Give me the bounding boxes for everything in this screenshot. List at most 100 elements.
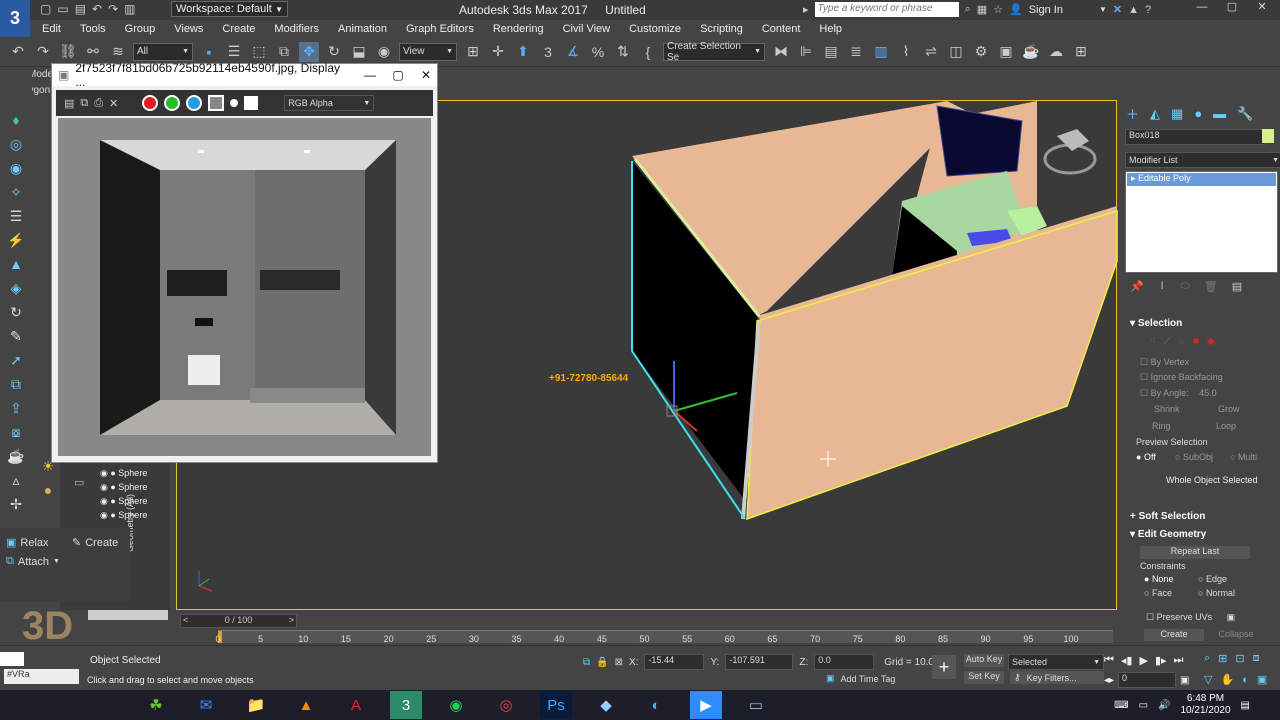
x-coord-field[interactable]: -15.44 [644,654,705,670]
duplicate-icon[interactable]: ⧉ [80,97,88,110]
rotate-tool-icon[interactable]: ↻ [4,301,28,323]
mono-toggle[interactable] [230,99,239,107]
isolate-selection-icon[interactable]: ⧉ [583,657,590,668]
slider-right-arrow[interactable]: > [289,615,294,625]
repeat-last-button[interactable]: Repeat Last [1140,546,1250,559]
select-by-name-icon[interactable]: ☰ [224,42,244,62]
file-explorer-icon[interactable]: 📁 [240,691,272,719]
rendered-frame-icon[interactable]: ▣ [996,42,1016,62]
utilities-tab-icon[interactable]: 🔧 [1237,106,1253,122]
maximize-button[interactable]: ▢ [387,68,409,82]
notes-icon[interactable]: ◆ [590,691,622,719]
minimize-button[interactable]: — [359,68,381,82]
align-icon[interactable]: ⊫ [796,42,816,62]
key-mode-dropdown[interactable]: Selected ▼ [1008,654,1104,670]
key-mode-toggle-icon[interactable]: ◂▸ [1104,675,1114,686]
auto-key-button[interactable]: Auto Key [964,654,1004,667]
time-slider[interactable]: < 0 / 100 > [180,614,297,628]
menu-animation[interactable]: Animation [338,23,387,35]
exchange-icon[interactable]: ✕ [1113,3,1122,16]
clear-icon[interactable]: ✕ [109,97,118,110]
select-and-move-icon[interactable]: ✥ [299,41,319,62]
blue-channel-toggle[interactable] [186,95,203,111]
help-icon[interactable]: ? [1145,4,1151,16]
shrink-button[interactable]: Shrink [1154,404,1180,414]
next-frame-icon[interactable]: ▮▸ [1155,654,1167,667]
a360-icon[interactable]: ▲ [1128,4,1139,16]
mirror-icon[interactable]: ⧓ [771,42,791,62]
light-icon[interactable]: ⚡ [4,229,28,251]
workspace-dropdown[interactable]: Workspace: Default ▼ [171,1,288,17]
orbit-icon[interactable]: ◐ [1242,674,1249,686]
teapot-icon[interactable]: ☕ [4,445,28,467]
dialog-title-bar[interactable]: ▣ 2f7523f7f81bd06b725b92114eb4590f.jpg, … [52,61,437,89]
open-file-icon[interactable]: ▭ [57,2,68,16]
constraint-face-radio[interactable]: ○ Face [1144,588,1172,598]
layers-icon[interactable]: ⧇ [4,421,28,443]
current-frame-field[interactable]: 0 [1118,672,1177,688]
slider-left-arrow[interactable]: < [183,615,188,625]
material-editor-icon[interactable]: ◫ [946,42,966,62]
menu-civil-view[interactable]: Civil View [563,23,610,35]
angle-value[interactable]: 45.0 [1199,388,1217,398]
menu-tools[interactable]: Tools [80,23,106,35]
list-item[interactable]: ◉ ● Sphere [100,468,147,479]
play-icon[interactable]: ▶ [1139,654,1147,667]
polygon-mode-icon[interactable]: ■ [1193,336,1199,347]
keyboard-shortcut-icon[interactable]: ⬆ [513,42,533,62]
field-of-view-icon[interactable]: ▽ [1204,673,1212,686]
render-iterative-icon[interactable]: ☁ [1046,42,1066,62]
grow-button[interactable]: Grow [1218,404,1240,414]
constraint-none-radio[interactable]: ● None [1144,574,1173,584]
reference-coord-dropdown[interactable]: View ▼ [399,42,457,61]
app-logo-icon[interactable]: 3 [0,0,30,37]
menu-customize[interactable]: Customize [629,23,681,35]
hierarchy-tab-icon[interactable]: ▦ [1171,106,1183,122]
save-image-icon[interactable]: ▤ [64,97,74,110]
element-mode-icon[interactable]: ◆ [1207,336,1215,347]
keyboard-icon[interactable]: ⌨ [1114,700,1128,711]
window-crossing-icon[interactable]: ⧉ [274,42,294,62]
make-unique-icon[interactable]: ⬭ [1180,280,1189,293]
acrobat-icon[interactable]: A [340,691,372,719]
menu-scripting[interactable]: Scripting [700,23,743,35]
render-production-icon[interactable]: ☕ [1021,42,1041,62]
soft-selection-header[interactable]: + Soft Selection [1130,511,1205,522]
selection-rollout-header[interactable]: ▾ Selection [1130,318,1182,329]
menu-rendering[interactable]: Rendering [493,23,544,35]
by-vertex-checkbox[interactable]: ☐ By Vertex [1140,357,1189,368]
remote-desktop-icon[interactable]: ▭ [740,691,772,719]
loop-button[interactable]: Loop [1216,421,1236,431]
menu-help[interactable]: Help [819,23,842,35]
close-button[interactable]: ✕ [1247,0,1277,13]
zoom-icon[interactable]: ⌕ [1204,652,1210,665]
zoom-app-icon[interactable]: ▶ [690,691,722,719]
select-and-rotate-icon[interactable]: ↻ [324,42,344,62]
render-setup-icon[interactable]: ⚙ [971,42,991,62]
scene-explorer-icon[interactable]: ▤ [821,42,841,62]
menu-modifiers[interactable]: Modifiers [274,23,319,35]
unlink-icon[interactable]: ⚯ [83,42,103,62]
ring-button[interactable]: Ring [1152,421,1171,431]
link-icon[interactable]: ⛓ [58,42,78,62]
cone-icon[interactable]: ▵ [4,469,28,491]
minimize-button[interactable]: — [1187,1,1217,13]
search-icon[interactable]: ⌕ [965,3,971,16]
curve-editor-icon[interactable]: ⌇ [896,42,916,62]
object-color-swatch[interactable] [1262,129,1274,143]
goto-start-icon[interactable]: ⏮ [1104,654,1114,667]
circle-icon[interactable]: ● [36,479,60,501]
set-key-big-icon[interactable]: + [932,655,956,679]
cart-icon[interactable]: ▦ [977,3,987,16]
search-input[interactable]: Type a keyword or phrase [814,2,959,17]
camera-icon[interactable]: ▲ [4,253,28,275]
preserve-uvs-checkbox[interactable]: ☐ Preserve UVs ▣ [1146,612,1235,623]
print-icon[interactable]: ⎙ [94,97,103,110]
object-name-field[interactable]: Box018 [1125,129,1265,145]
sign-in-link[interactable]: Sign In [1029,4,1063,16]
search-arrow-icon[interactable]: ▸ [803,3,809,16]
stack-item-editable-poly[interactable]: ▸ Editable Poly [1127,173,1276,186]
lock-selection-icon[interactable]: 🔒 [596,657,608,668]
menu-views[interactable]: Views [174,23,203,35]
gizmo-icon[interactable]: ✢ [4,493,28,515]
